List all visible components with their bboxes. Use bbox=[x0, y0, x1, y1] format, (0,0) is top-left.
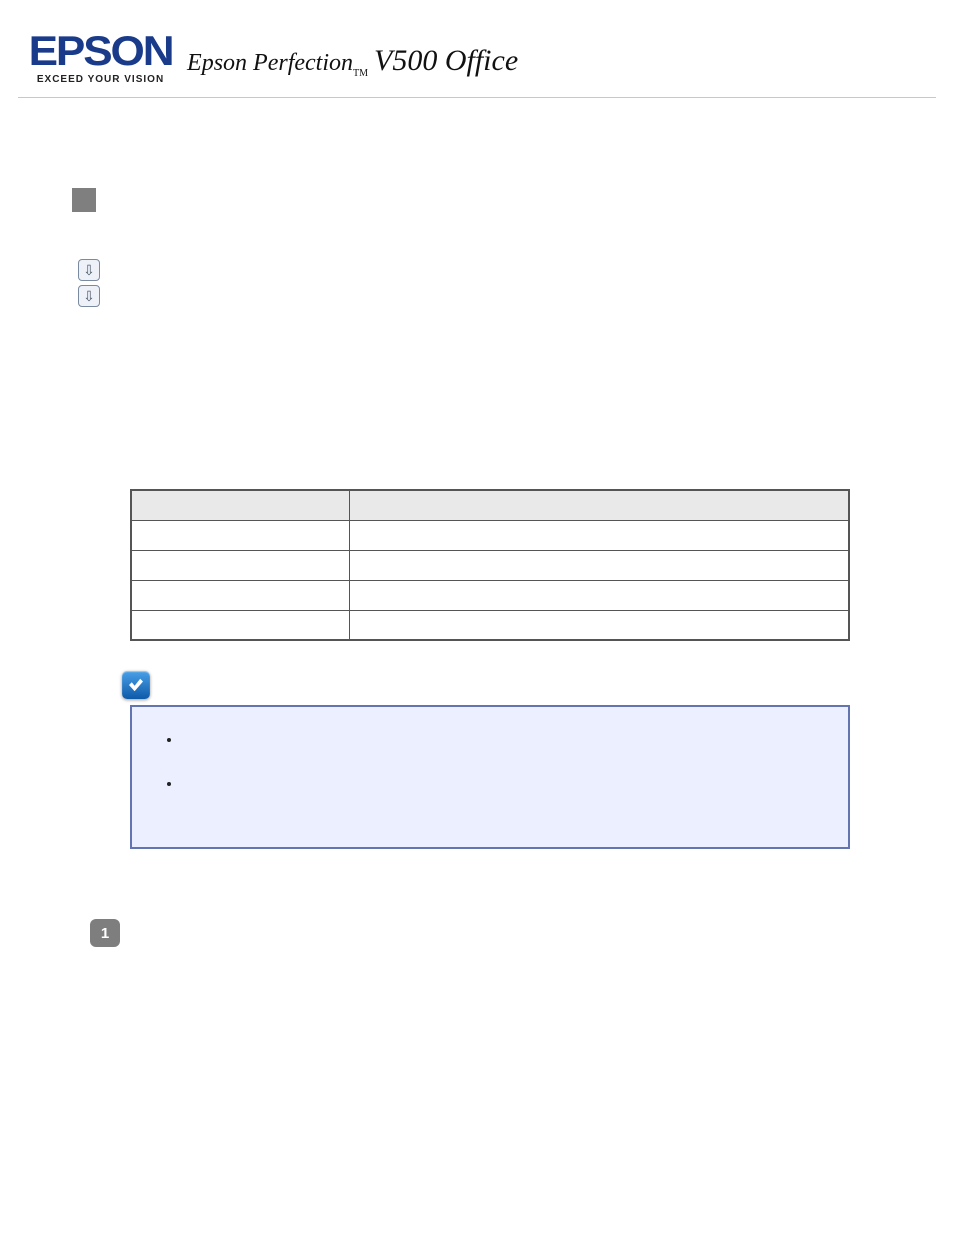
table-header-row bbox=[131, 490, 849, 520]
section-marker-icon bbox=[72, 188, 96, 212]
table-row bbox=[131, 610, 849, 640]
trademark: TM bbox=[353, 68, 368, 79]
table-header-cell bbox=[131, 490, 349, 520]
spacer bbox=[78, 217, 876, 257]
table-cell bbox=[131, 580, 349, 610]
down-arrow-icon: ⇩ bbox=[78, 259, 100, 281]
spacer bbox=[78, 849, 876, 919]
content-area: ⇩ ⇩ bbox=[18, 138, 936, 1047]
table-cell bbox=[349, 580, 849, 610]
table-row bbox=[131, 580, 849, 610]
check-note-icon bbox=[122, 671, 150, 699]
header-divider bbox=[18, 97, 936, 98]
note-box bbox=[130, 705, 850, 849]
table-row bbox=[131, 520, 849, 550]
page-root: EPSON EXCEED YOUR VISION Epson Perfectio… bbox=[0, 0, 954, 1087]
note-item bbox=[182, 775, 820, 819]
spacer bbox=[78, 309, 876, 489]
table-cell bbox=[131, 610, 349, 640]
document-header: EPSON EXCEED YOUR VISION Epson Perfectio… bbox=[18, 30, 936, 97]
table-cell bbox=[349, 520, 849, 550]
note-item bbox=[182, 731, 820, 775]
product-model: V500 Office bbox=[374, 44, 518, 77]
note-list bbox=[160, 731, 820, 819]
table-cell bbox=[131, 550, 349, 580]
brand-tagline: EXCEED YOUR VISION bbox=[37, 74, 164, 85]
down-arrow-icon: ⇩ bbox=[78, 285, 100, 307]
brand-logo-text: EPSON bbox=[29, 30, 173, 72]
table-cell bbox=[349, 550, 849, 580]
anchor-link-1[interactable]: ⇩ bbox=[78, 257, 876, 283]
table-row bbox=[131, 550, 849, 580]
spacer bbox=[78, 138, 876, 188]
table-header-cell bbox=[349, 490, 849, 520]
product-title: Epson PerfectionTM V500 Office bbox=[187, 44, 518, 85]
anchor-link-2[interactable]: ⇩ bbox=[78, 283, 876, 309]
product-line: Epson Perfection bbox=[187, 50, 353, 76]
spec-table bbox=[130, 489, 850, 641]
spacer bbox=[78, 641, 876, 671]
spacer bbox=[78, 947, 876, 1047]
table-cell bbox=[349, 610, 849, 640]
step-1-badge: 1 bbox=[90, 919, 120, 947]
table-cell bbox=[131, 520, 349, 550]
brand-logo-block: EPSON EXCEED YOUR VISION bbox=[32, 30, 169, 85]
